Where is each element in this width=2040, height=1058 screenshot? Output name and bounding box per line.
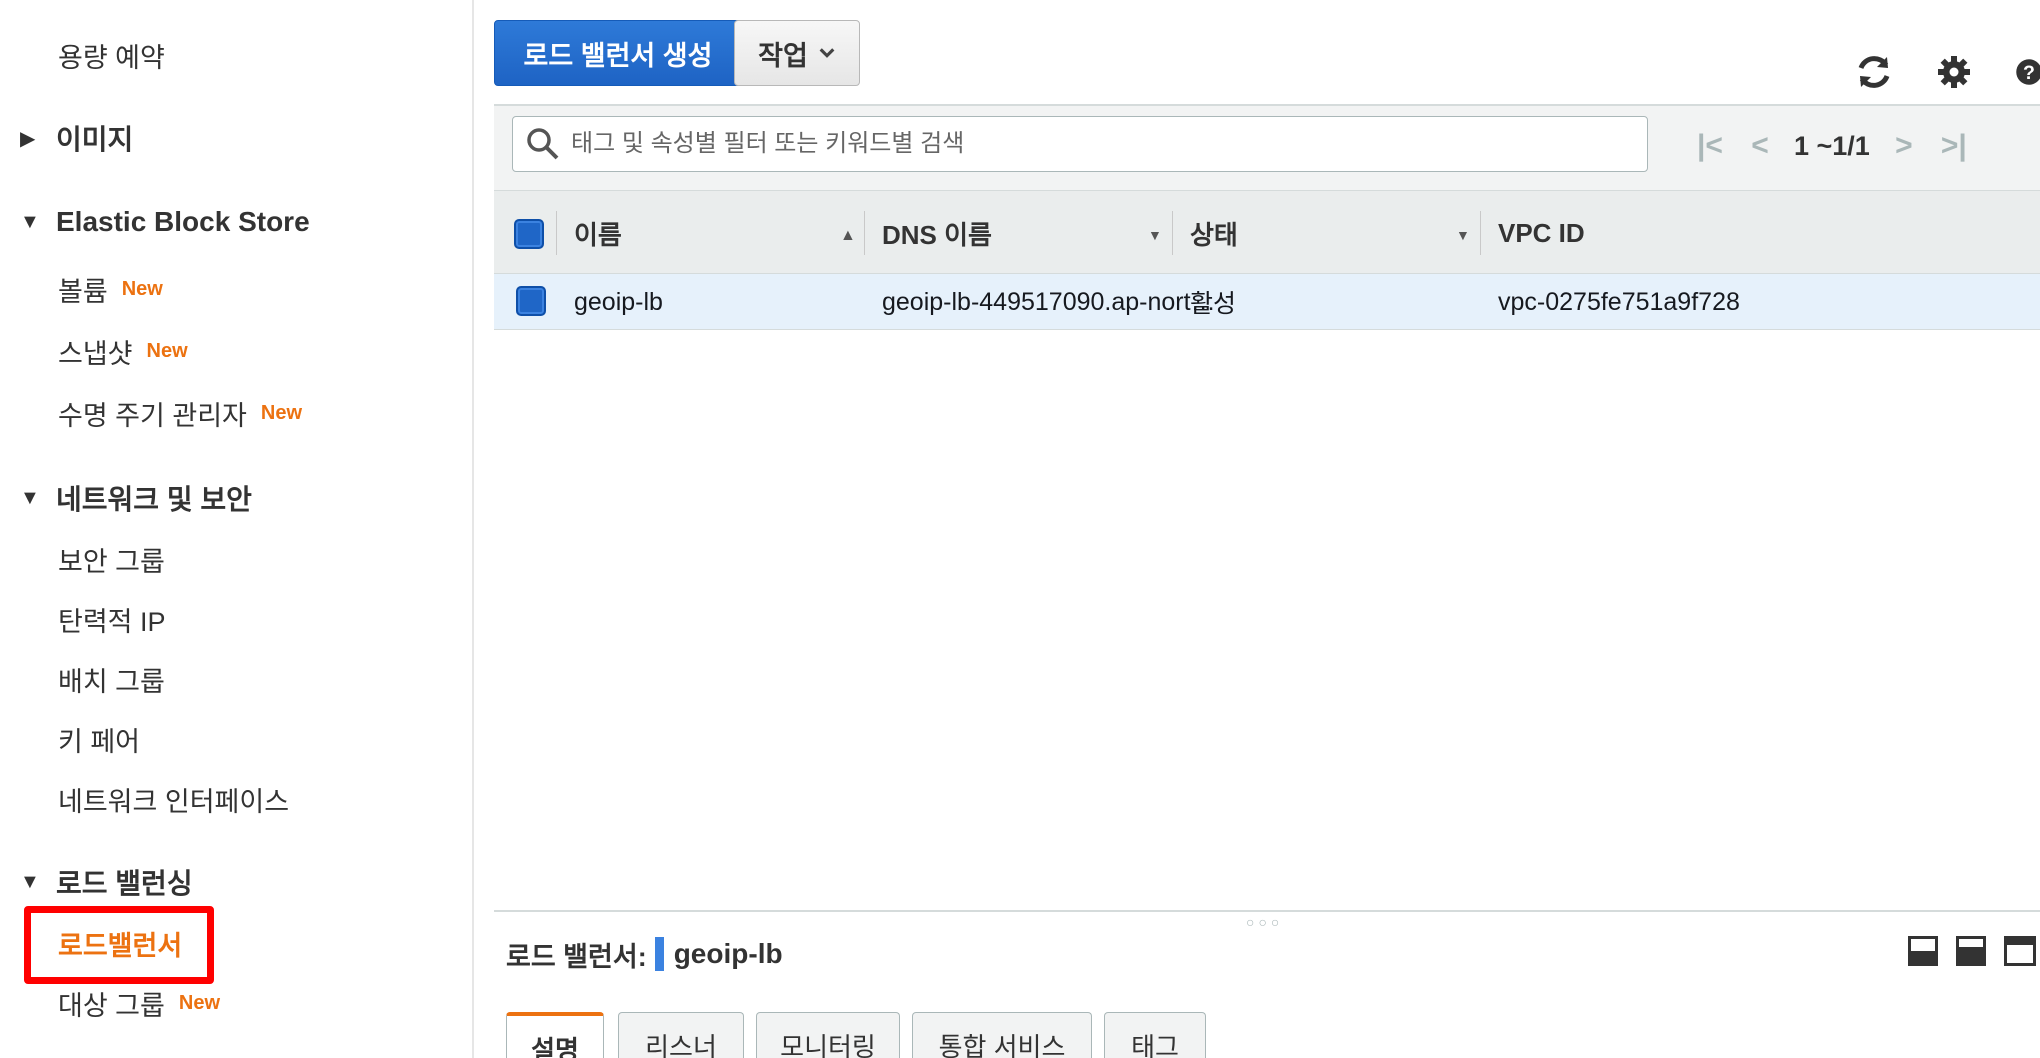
detail-value: geoip-lb — [673, 938, 783, 969]
caret-down-icon: ▼ — [20, 486, 40, 509]
main-content: 로드 밸런서 생성 작업 ? 태그 및 속성별 필터 또는 키워드별 검색 |<… — [476, 0, 2040, 1058]
caret-right-icon: ▶ — [20, 127, 36, 150]
last-page-icon[interactable]: >| — [1938, 129, 1970, 163]
sidebar-item-lifecycle-manager[interactable]: 수명 주기 관리자 New — [58, 394, 302, 433]
sort-asc-icon[interactable]: ▲ — [840, 227, 856, 245]
caret-down-icon: ▼ — [20, 870, 40, 893]
sidebar-section-label: Elastic Block Store — [56, 206, 310, 237]
filter-bar: |< < 1 ~1/1 > >| — [494, 104, 2040, 190]
sidebar-item-key-pairs[interactable]: 키 페어 — [58, 720, 140, 759]
cell-dns: geoip-lb-449517090.ap-nort… — [882, 287, 1216, 316]
sidebar-section-load-balancing[interactable]: ▼ 로드 밸런싱 — [20, 862, 193, 902]
sidebar-item-network-interfaces[interactable]: 네트워크 인터페이스 — [58, 780, 289, 819]
column-header-name[interactable]: 이름 — [574, 191, 622, 275]
column-separator — [1480, 211, 1481, 255]
create-load-balancer-button[interactable]: 로드 밸런서 생성 — [494, 20, 742, 86]
resize-grip-icon[interactable]: ○○○ — [1246, 914, 1283, 930]
sidebar-item-label: 로드밸런서 — [58, 931, 183, 961]
search-icon — [527, 128, 559, 160]
sidebar-item-label: 스냅샷 — [58, 339, 133, 369]
column-header-vpc[interactable]: VPC ID — [1498, 191, 1585, 275]
sidebar-item-label: 네트워크 인터페이스 — [58, 787, 290, 817]
chevron-down-icon — [819, 48, 835, 58]
sidebar-item-label: 대상 그룹 — [58, 991, 165, 1021]
sort-desc-icon[interactable]: ▼ — [1456, 227, 1470, 243]
column-separator — [556, 211, 557, 255]
cell-name: geoip-lb — [574, 287, 663, 316]
refresh-icon[interactable] — [1852, 50, 1896, 94]
sidebar-section-ebs[interactable]: ▼ Elastic Block Store — [20, 206, 310, 238]
sidebar-section-label: 네트워크 및 보안 — [56, 484, 252, 515]
new-badge: New — [146, 340, 188, 362]
pagination-text: 1 ~1/1 — [1794, 130, 1870, 161]
new-badge: New — [260, 402, 303, 424]
sidebar-item-snapshots[interactable]: 스냅샷 New — [58, 332, 188, 371]
new-badge: New — [178, 992, 220, 1014]
search-box[interactable] — [512, 116, 1648, 172]
pagination: |< < 1 ~1/1 > >| — [1694, 118, 1970, 174]
sort-desc-icon[interactable]: ▼ — [1148, 227, 1162, 243]
first-page-icon[interactable]: |< — [1694, 129, 1726, 163]
cell-vpc: vpc-0275fe751a9f728 — [1498, 287, 1740, 316]
sidebar-item-placement-groups[interactable]: 배치 그룹 — [58, 660, 165, 699]
help-icon[interactable]: ? — [2014, 50, 2040, 94]
next-page-icon[interactable]: > — [1888, 129, 1920, 163]
cell-state: 활성 — [1190, 290, 1237, 318]
table-header: 이름 ▲ DNS 이름 ▼ 상태 ▼ VPC ID — [494, 190, 2040, 274]
sidebar-item-label: 볼륨 — [58, 277, 108, 307]
sidebar-item-label: 키 페어 — [58, 727, 141, 757]
panel-view-full-icon[interactable] — [2004, 936, 2036, 966]
table-row[interactable]: geoip-lb geoip-lb-449517090.ap-nort… 활성 … — [494, 274, 2040, 330]
sidebar-item-label: 배치 그룹 — [58, 667, 165, 697]
search-input[interactable] — [571, 130, 1631, 158]
prev-page-icon[interactable]: < — [1744, 129, 1776, 163]
row-checkbox[interactable] — [516, 286, 546, 316]
svg-text:?: ? — [2023, 62, 2035, 84]
tab-tags[interactable]: 태그 — [1104, 1012, 1206, 1058]
sidebar-item-security-groups[interactable]: 보안 그룹 — [58, 540, 165, 579]
panel-divider[interactable] — [494, 910, 2040, 912]
tab-integrated-services[interactable]: 통합 서비스 — [912, 1012, 1092, 1058]
sidebar-section-label: 이미지 — [56, 124, 134, 155]
sidebar-item-load-balancers[interactable]: 로드밸런서 — [58, 924, 182, 963]
column-header-state[interactable]: 상태 — [1190, 191, 1238, 275]
detail-label: 로드 밸런서: — [506, 941, 647, 972]
sidebar-item-label: 보안 그룹 — [58, 547, 165, 577]
select-all-checkbox[interactable] — [514, 219, 544, 249]
sidebar-section-network-security[interactable]: ▼ 네트워크 및 보안 — [20, 478, 252, 518]
tab-description[interactable]: 설명 — [506, 1012, 604, 1058]
sidebar-item-elastic-ip[interactable]: 탄력적 IP — [58, 600, 166, 639]
sidebar-item-target-groups[interactable]: 대상 그룹 New — [58, 984, 220, 1023]
sidebar-item-label: 탄력적 IP — [58, 607, 166, 637]
column-separator — [1172, 211, 1173, 255]
gear-icon[interactable] — [1932, 50, 1976, 94]
column-separator — [864, 211, 865, 255]
new-badge: New — [121, 278, 163, 300]
actions-dropdown-button[interactable]: 작업 — [734, 20, 860, 86]
column-header-dns[interactable]: DNS 이름 — [882, 191, 992, 275]
caret-down-icon: ▼ — [20, 210, 40, 233]
sidebar-section-images[interactable]: ▶ 이미지 — [20, 118, 133, 158]
detail-accent-bar — [654, 937, 664, 971]
detail-title: 로드 밸런서: geoip-lb — [506, 934, 783, 974]
panel-view-half-icon[interactable] — [1956, 936, 1986, 966]
panel-view-bottom-icon[interactable] — [1908, 936, 1938, 966]
sidebar-item-label: 용량 예약 — [58, 43, 165, 73]
tab-monitoring[interactable]: 모니터링 — [756, 1012, 900, 1058]
sidebar-item-capacity-reservations[interactable]: 용량 예약 — [58, 36, 165, 75]
sidebar-item-label: 수명 주기 관리자 — [58, 401, 247, 431]
sidebar: 용량 예약 ▶ 이미지 ▼ Elastic Block Store 볼륨 New… — [0, 0, 474, 1058]
sidebar-section-label: 로드 밸런싱 — [56, 868, 193, 899]
actions-label: 작업 — [758, 40, 808, 71]
tab-listeners[interactable]: 리스너 — [618, 1012, 744, 1058]
sidebar-item-volumes[interactable]: 볼륨 New — [58, 270, 163, 309]
